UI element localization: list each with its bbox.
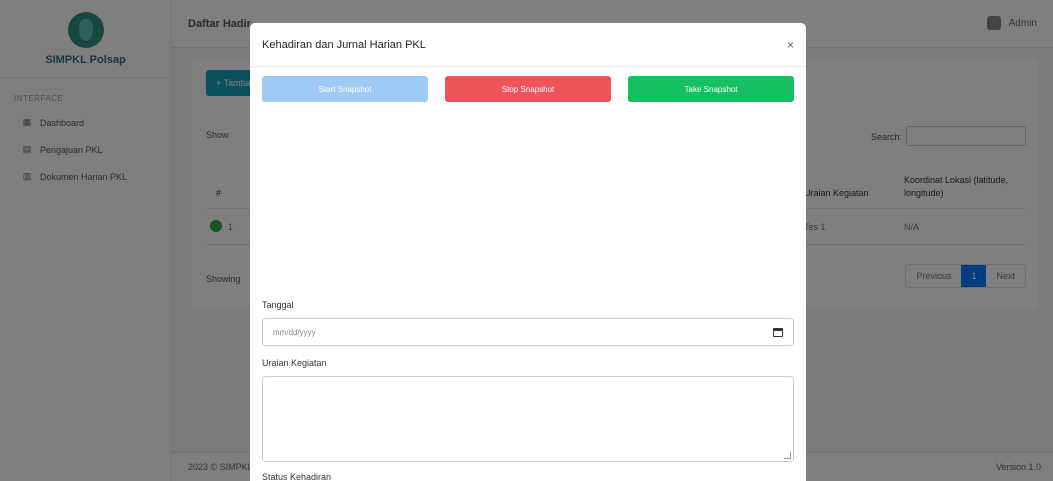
snapshot-button-row: Start Snapshot Stop Snapshot Take Snapsh… <box>262 76 794 102</box>
modal-title: Kehadiran dan Jurnal Harian PKL <box>262 38 426 51</box>
camera-preview <box>262 102 794 294</box>
take-snapshot-button[interactable]: Take Snapshot <box>628 76 794 102</box>
start-snapshot-button[interactable]: Start Snapshot <box>262 76 428 102</box>
date-placeholder: mm/dd/yyyy <box>273 327 316 337</box>
activity-label: Uraian Kegiatan <box>262 358 327 368</box>
modal-body: Start Snapshot Stop Snapshot Take Snapsh… <box>250 67 806 481</box>
date-field[interactable]: mm/dd/yyyy <box>262 318 794 346</box>
close-icon[interactable]: × <box>787 38 794 52</box>
activity-textarea[interactable] <box>262 376 794 462</box>
date-label: Tanggal <box>262 300 294 310</box>
stop-snapshot-button[interactable]: Stop Snapshot <box>445 76 611 102</box>
attendance-modal: Kehadiran dan Jurnal Harian PKL × Start … <box>250 23 806 481</box>
calendar-icon[interactable] <box>773 327 783 337</box>
status-label: Status Kehadiran <box>262 472 332 481</box>
modal-header: Kehadiran dan Jurnal Harian PKL × <box>250 23 806 67</box>
